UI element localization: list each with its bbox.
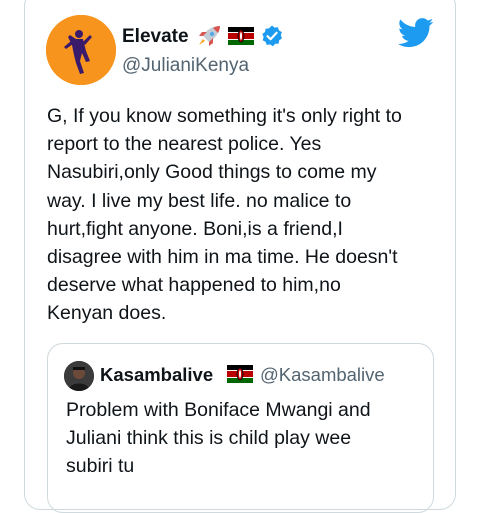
tweet-text: G, If you know something it's only right… xyxy=(47,105,402,325)
verified-badge-icon xyxy=(262,25,282,47)
quoted-tweet-text: Problem with Boniface Mwangi and Juliani… xyxy=(66,399,371,477)
rocket-icon xyxy=(199,26,220,46)
twitter-bird-icon[interactable] xyxy=(397,18,434,48)
kenya-flag-icon xyxy=(228,27,254,45)
author-avatar[interactable] xyxy=(46,15,116,85)
quoted-author-name[interactable]: Kasambalive xyxy=(100,364,213,386)
kenya-flag-icon xyxy=(227,365,253,388)
author-name[interactable]: Elevate xyxy=(122,26,189,48)
quoted-author-avatar[interactable] xyxy=(64,361,94,391)
author-handle[interactable]: @JulianiKenya xyxy=(122,55,249,77)
quoted-author-handle[interactable]: @Kasambalive xyxy=(260,364,385,386)
author-name-icons xyxy=(196,24,284,48)
